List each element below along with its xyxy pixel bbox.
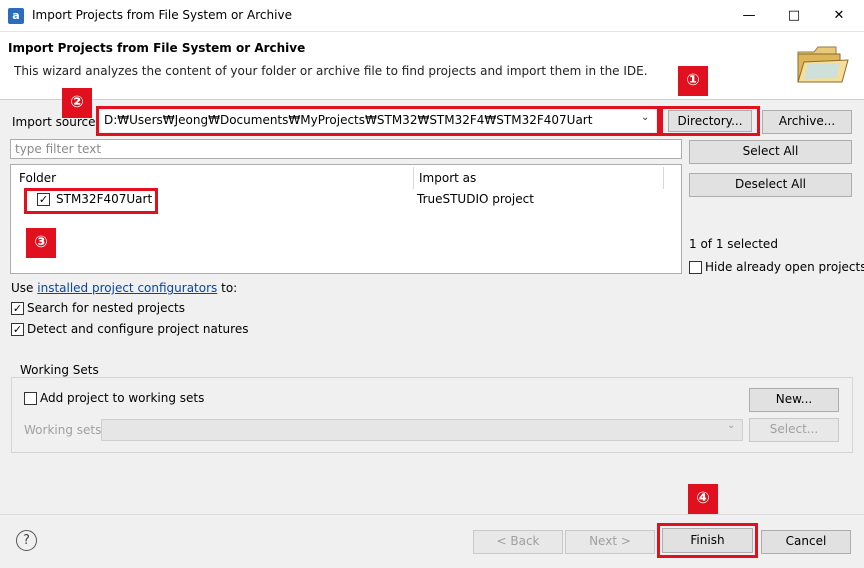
maximize-icon[interactable]: □ <box>777 4 811 28</box>
row-checkbox[interactable]: ✓ <box>37 193 50 206</box>
use-configurators-text: Use installed project configurators to: <box>11 281 237 295</box>
wizard-header: Import Projects from File System or Arch… <box>0 32 864 100</box>
detect-natures-label: Detect and configure project natures <box>27 322 249 336</box>
working-sets-group <box>11 377 853 453</box>
annotation-badge-4: ④ <box>688 484 718 514</box>
hide-open-checkbox[interactable] <box>689 261 702 274</box>
hide-open-label: Hide already open projects <box>705 260 864 274</box>
annotation-badge-2: ② <box>62 88 92 118</box>
add-to-working-sets-label: Add project to working sets <box>40 391 205 405</box>
import-source-combo[interactable]: D:₩Users₩Jeong₩Documents₩MyProjects₩STM3… <box>100 110 656 132</box>
chevron-down-icon[interactable]: ⌄ <box>641 112 649 123</box>
annotation-badge-1: ① <box>678 66 708 96</box>
close-icon[interactable]: ✕ <box>822 4 856 28</box>
new-working-set-button[interactable]: New... <box>749 388 839 412</box>
select-working-set-button[interactable]: Select... <box>749 418 839 442</box>
column-header-import-as[interactable]: Import as <box>419 171 476 185</box>
working-sets-label: Working sets: <box>24 423 106 437</box>
use-suffix: to: <box>221 281 238 295</box>
projects-table: Folder Import as TrueSTUDIO project <box>10 164 682 274</box>
finish-button[interactable]: Finish <box>662 528 753 553</box>
minimize-icon[interactable]: — <box>732 4 766 28</box>
add-to-working-sets-checkbox[interactable] <box>24 392 37 405</box>
use-prefix: Use <box>11 281 34 295</box>
wizard-description: This wizard analyzes the content of your… <box>14 64 648 78</box>
select-all-button[interactable]: Select All <box>689 140 852 164</box>
table-cell-import-as: TrueSTUDIO project <box>417 192 534 206</box>
search-nested-label: Search for nested projects <box>27 301 186 315</box>
column-header-folder[interactable]: Folder <box>19 171 56 185</box>
directory-button[interactable]: Directory... <box>668 110 752 132</box>
column-divider <box>663 167 664 189</box>
deselect-all-button[interactable]: Deselect All <box>689 173 852 197</box>
back-button[interactable]: < Back <box>473 530 563 554</box>
title-bar: a Import Projects from File System or Ar… <box>0 0 864 32</box>
import-source-value: D:₩Users₩Jeong₩Documents₩MyProjects₩STM3… <box>104 113 593 127</box>
app-icon: a <box>8 8 24 24</box>
table-cell-folder: STM32F407Uart <box>56 192 153 206</box>
help-icon[interactable]: ? <box>16 530 37 551</box>
search-nested-checkbox[interactable]: ✓ <box>11 302 24 315</box>
configurators-link[interactable]: installed project configurators <box>37 281 217 295</box>
selected-count: 1 of 1 selected <box>689 237 778 251</box>
cancel-button[interactable]: Cancel <box>761 530 851 554</box>
filter-input[interactable]: type filter text <box>10 139 682 159</box>
annotation-badge-3: ③ <box>26 228 56 258</box>
next-button[interactable]: Next > <box>565 530 655 554</box>
import-source-label: Import source: <box>12 115 100 129</box>
detect-natures-checkbox[interactable]: ✓ <box>11 323 24 336</box>
chevron-down-icon[interactable]: ⌄ <box>727 420 735 431</box>
working-sets-combo[interactable] <box>101 419 743 441</box>
footer-divider <box>0 514 864 515</box>
working-sets-title: Working Sets <box>17 363 102 377</box>
archive-button[interactable]: Archive... <box>762 110 852 134</box>
wizard-title: Import Projects from File System or Arch… <box>8 41 306 55</box>
column-divider <box>413 167 414 189</box>
window-title: Import Projects from File System or Arch… <box>32 8 292 22</box>
open-folder-icon <box>797 46 849 83</box>
